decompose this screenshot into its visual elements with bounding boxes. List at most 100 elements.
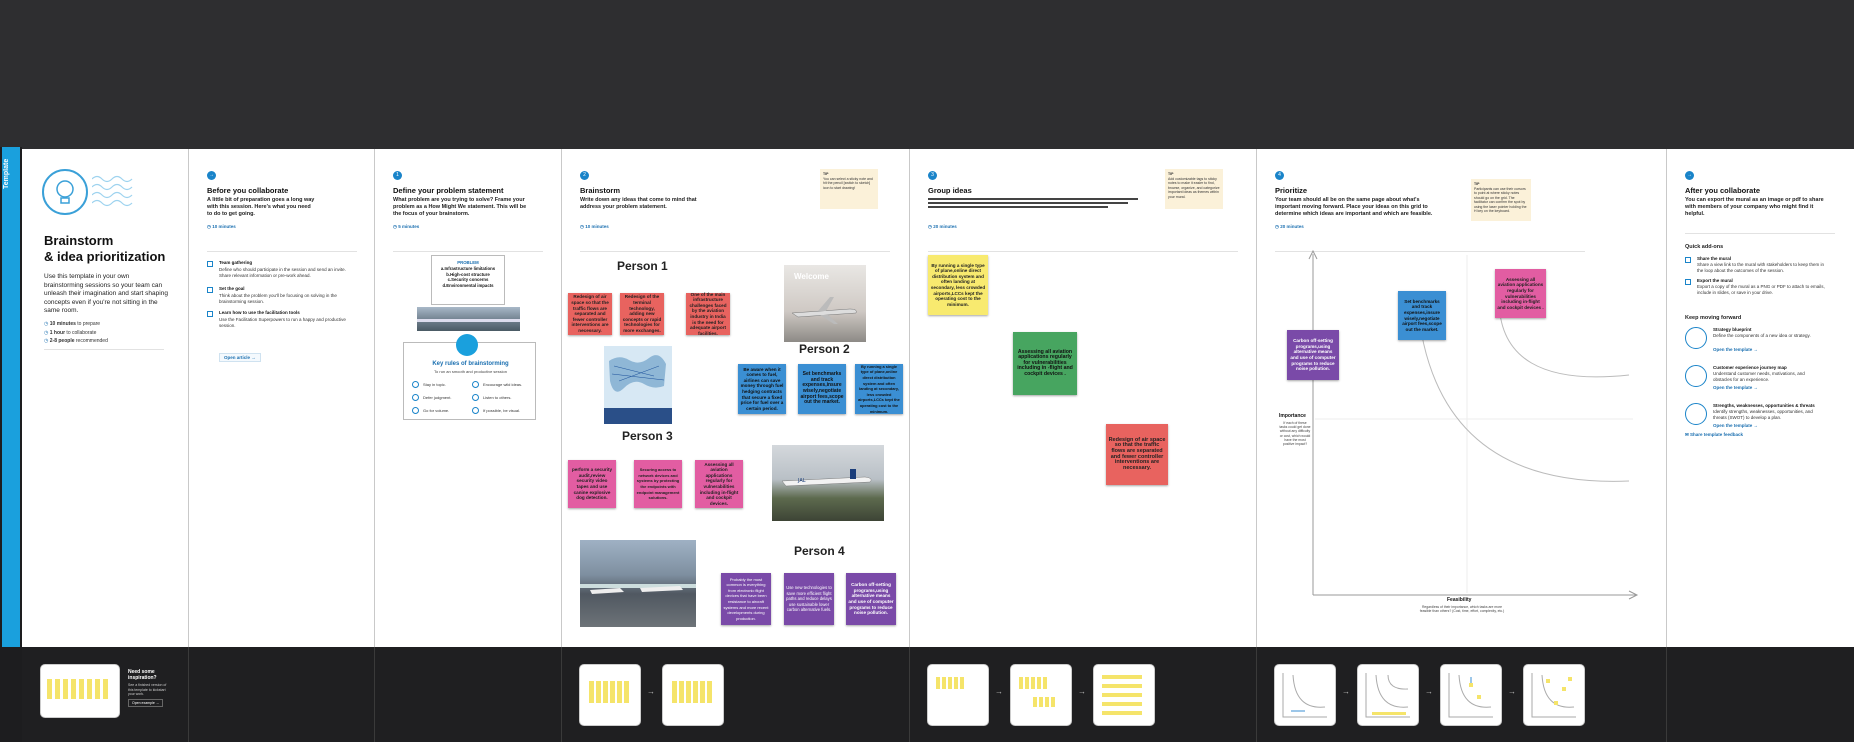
importance-description: If each of these tasks could get done wi… <box>1279 421 1311 447</box>
airport-photo[interactable] <box>417 307 520 331</box>
stat-value: 2-8 people <box>49 338 75 344</box>
person-4-label: Person 4 <box>794 544 845 558</box>
rule-text: If possible, be visual. <box>483 408 521 413</box>
template-tab[interactable]: Template <box>0 147 22 742</box>
define-subtitle: What problem are you trying to solve? Fr… <box>393 197 527 217</box>
journey-map-icon <box>1685 365 1707 387</box>
keep-moving-title: Keep moving forward <box>1685 315 1742 321</box>
step-checkbox[interactable] <box>207 287 213 293</box>
group-tip-text: Add customizable tags to sticky notes to… <box>1168 176 1220 199</box>
open-example-button[interactable]: Open example → <box>128 699 164 707</box>
importance-axis-label: Importance <box>1279 413 1306 419</box>
sticky-note[interactable]: Probably the most common is everything f… <box>721 573 771 625</box>
stat-label: recommended <box>74 338 108 344</box>
problem-line: d.Environmental impacts <box>442 283 494 289</box>
intro-stats: ◷ 10 minutes to prepare ◷ 1 hour to colla… <box>44 320 108 346</box>
footer-define <box>375 647 562 742</box>
sticky-note[interactable]: By running a single type of plane,online… <box>928 255 988 315</box>
share-feedback-button[interactable]: ✉ Share template feedback <box>1685 432 1743 438</box>
rule-icon <box>472 394 479 401</box>
sticky-note[interactable]: Assessing all aviation applications regu… <box>695 460 743 508</box>
svg-text:JAL: JAL <box>797 478 806 484</box>
swot-icon <box>1685 403 1707 425</box>
need-inspiration-title: Need some inspiration? <box>128 669 157 681</box>
sticky-note[interactable]: Redesign of air space so that the traffi… <box>568 293 612 335</box>
arrow-right-icon: → <box>1342 687 1350 696</box>
rule-text: Go for volume. <box>423 408 450 413</box>
sticky-note[interactable]: perform a security audit,review security… <box>568 460 616 508</box>
group-thumbnail-2 <box>1011 665 1071 725</box>
title-line-1: Brainstorm <box>44 233 114 248</box>
brainstorm-thumbnail-2 <box>663 665 723 725</box>
open-template-button[interactable]: Open the template → <box>1713 423 1758 428</box>
step-checkbox[interactable] <box>207 261 213 267</box>
world-map-image[interactable] <box>604 346 672 424</box>
open-article-button[interactable]: Open article → <box>219 353 261 362</box>
define-title: Define your problem statement <box>393 186 504 195</box>
priority-grid[interactable] <box>1257 149 1667 647</box>
sticky-note[interactable]: Assessing all aviation applications regu… <box>1495 269 1546 318</box>
group-column: 3 Group ideas ◷ 20 minutes TIP Add custom… <box>910 149 1257 647</box>
feasibility-description: Regardless of their importance, which ta… <box>1419 605 1505 614</box>
group-title: Group ideas <box>928 186 972 195</box>
brainstorm-divider <box>580 251 890 252</box>
sticky-note[interactable]: Redesign of the terminal technology, add… <box>620 293 664 335</box>
group-tip-title: TIP <box>1168 172 1174 176</box>
brainstorm-tip[interactable]: TIP You can select a sticky note and hit … <box>820 169 878 209</box>
rule-text: Listen to others. <box>483 395 512 400</box>
group-tip[interactable]: TIP Add customizable tags to sticky notes… <box>1165 169 1223 209</box>
arrow-right-icon: → <box>1508 687 1516 696</box>
share-icon[interactable] <box>1685 257 1691 263</box>
brainstorm-step-number: 2 <box>580 171 589 180</box>
rule-icon <box>472 407 479 414</box>
stat-value: 10 minutes <box>49 321 76 327</box>
mural-canvas[interactable]: Template Brainstorm & idea prioritizatio… <box>0 147 1854 742</box>
sticky-note[interactable]: Be aware when it comes to fuel, airlines… <box>738 364 786 414</box>
group-time-text: 20 minutes <box>933 224 957 229</box>
sticky-note[interactable]: Set benchmarks and track expenses,insure… <box>798 364 846 414</box>
plane-runway-photo[interactable]: JAL <box>772 445 884 521</box>
person-1-label: Person 1 <box>617 259 668 273</box>
prioritize-thumbnail-2 <box>1358 665 1418 725</box>
key-rules-card[interactable]: Key rules of brainstorming To run an smo… <box>403 334 536 420</box>
prioritize-thumbnail-1 <box>1275 665 1335 725</box>
after-divider <box>1685 233 1835 234</box>
problem-statement-card[interactable]: PROBLEM a.Infrastructure limitations b.Hi… <box>431 255 505 305</box>
group-thumbnail-3 <box>1094 665 1154 725</box>
brainstorm-time-text: 10 minutes <box>585 224 609 229</box>
rule-icon <box>412 394 419 401</box>
blueprint-icon <box>1685 327 1707 349</box>
sticky-note[interactable]: Redesign of air space so that the traffi… <box>1106 424 1168 485</box>
sticky-note[interactable]: Securing access to network devices and s… <box>634 460 682 508</box>
brainstorm-tip-text: You can select a sticky note and hit the… <box>823 176 873 190</box>
template-text: Identify strengths, weaknesses, opportun… <box>1713 409 1813 420</box>
quick-addons-title: Quick add-ons <box>1685 244 1724 250</box>
sticky-note[interactable]: Use new technologies to save more effici… <box>784 573 834 625</box>
step-title: Set the goal <box>219 286 245 291</box>
rule-text: Stay in topic. <box>423 382 446 387</box>
sticky-note[interactable]: Assessing all aviation applications regu… <box>1013 332 1077 395</box>
sticky-note[interactable]: One of the main infrastructure challenge… <box>686 292 730 336</box>
person-2-label: Person 2 <box>799 342 850 356</box>
rule-text: Defer judgment. <box>423 395 452 400</box>
group-step-number: 3 <box>928 171 937 180</box>
sticky-note[interactable]: By running a single type of plane,online… <box>855 364 903 414</box>
welcome-plane-photo[interactable]: Welcome <box>784 265 866 342</box>
step-checkbox[interactable] <box>207 311 213 317</box>
sticky-note[interactable]: Carbon off-setting programs,using altern… <box>1287 330 1339 380</box>
intro-stat: ◷ 2-8 people recommended <box>44 337 108 346</box>
brainstorm-column: 2 Brainstorm Write down any ideas that c… <box>562 149 910 647</box>
airport-apron-photo[interactable] <box>580 540 696 627</box>
rule-icon <box>412 407 419 414</box>
before-title: Before you collaborate <box>207 186 289 195</box>
sticky-note[interactable]: Set benchmarks and track expenses,insure… <box>1398 291 1446 340</box>
footer-before <box>189 647 375 742</box>
example-thumbnail[interactable] <box>41 665 119 717</box>
key-rules-title: Key rules of brainstorming <box>432 361 509 367</box>
sticky-note[interactable]: Carbon off-setting programs,using altern… <box>846 573 896 625</box>
open-template-button[interactable]: Open the template → <box>1713 347 1758 352</box>
export-icon[interactable] <box>1685 279 1691 285</box>
open-template-button[interactable]: Open the template → <box>1713 385 1758 390</box>
arrow-right-icon: → <box>1425 687 1433 696</box>
footer-after <box>1667 647 1854 742</box>
